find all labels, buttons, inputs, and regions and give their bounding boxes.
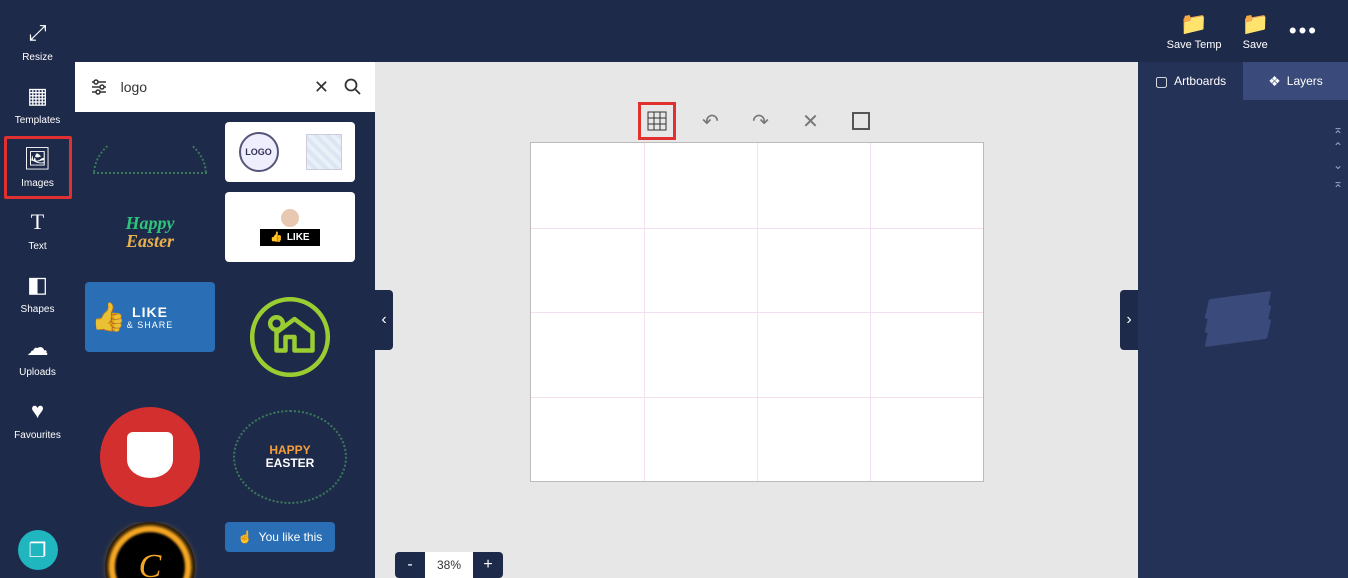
- heart-icon: ♥: [31, 398, 44, 424]
- sidebar-item-favourites[interactable]: ♥ Favourites: [8, 388, 68, 451]
- eco-house-icon: [245, 292, 335, 382]
- layers-label: Layers: [1287, 74, 1323, 88]
- thumbnail-label: Easter: [126, 232, 175, 250]
- sidebar-item-images[interactable]: 🖼 Images: [4, 136, 72, 199]
- point-icon: ☝: [238, 530, 253, 544]
- templates-icon: ▦: [27, 83, 48, 109]
- save-temp-label: Save Temp: [1167, 39, 1222, 51]
- collapse-right-button[interactable]: ›: [1120, 290, 1138, 350]
- shapes-icon: ◧: [27, 272, 48, 298]
- help-button[interactable]: ❐: [18, 530, 58, 570]
- thumbnail-label: LOGO: [239, 132, 279, 172]
- redo-button[interactable]: ↷: [746, 106, 776, 136]
- left-toolbar: ⤢ Resize ▦ Templates 🖼 Images T Text ◧ S…: [0, 0, 75, 578]
- thumbnail-item[interactable]: HAPPY EASTER: [225, 402, 355, 512]
- shapes-label: Shapes: [21, 304, 55, 315]
- thumbnail-label: EASTER: [266, 457, 315, 470]
- layer-down-button[interactable]: ⌄: [1333, 158, 1343, 172]
- zoom-in-button[interactable]: +: [473, 552, 503, 578]
- thumbnail-item[interactable]: C: [85, 522, 215, 578]
- sidebar-item-uploads[interactable]: ☁ Uploads: [8, 325, 68, 388]
- canvas-toolbar: ↶ ↷ ✕: [638, 102, 876, 140]
- sidebar-item-templates[interactable]: ▦ Templates: [8, 73, 68, 136]
- thumbnail-label: LIKE: [287, 232, 310, 243]
- right-panel: ▢ Artboards ❖ Layers ⌅ ⌃ ⌄ ⌅: [1138, 62, 1348, 578]
- close-button[interactable]: ✕: [796, 106, 826, 136]
- undo-icon: ↶: [702, 109, 719, 134]
- topbar: 📁 Save Temp 📁 Save •••: [0, 0, 1348, 62]
- chat-icon: ❐: [29, 538, 47, 563]
- close-icon: ✕: [802, 109, 819, 134]
- search-input[interactable]: [121, 79, 302, 95]
- layers-icon: ❖: [1268, 73, 1281, 90]
- thumbnail-item[interactable]: 👍 LIKE & SHARE: [85, 282, 215, 352]
- layer-top-button[interactable]: ⌅: [1333, 122, 1343, 136]
- search-icon[interactable]: [341, 75, 365, 99]
- tab-artboards[interactable]: ▢ Artboards: [1138, 62, 1243, 100]
- folder-icon: 📁: [1241, 11, 1268, 37]
- artboards-label: Artboards: [1174, 74, 1226, 88]
- layers-empty-icon: [1208, 295, 1278, 345]
- images-icon: 🖼: [24, 146, 52, 172]
- right-tabs: ▢ Artboards ❖ Layers: [1138, 62, 1348, 100]
- more-menu-button[interactable]: •••: [1289, 18, 1318, 44]
- grid-toggle-button[interactable]: [638, 102, 676, 140]
- favourites-label: Favourites: [14, 430, 61, 441]
- save-temp-button[interactable]: 📁 Save Temp: [1167, 11, 1222, 51]
- thumbup-icon: 👍: [91, 301, 126, 334]
- uploads-label: Uploads: [19, 367, 56, 378]
- zoom-value[interactable]: 38%: [425, 552, 473, 578]
- zoom-out-button[interactable]: -: [395, 552, 425, 578]
- thumbnail-item[interactable]: [225, 282, 355, 392]
- grid-icon: [647, 111, 667, 131]
- thumbup-icon: 👍: [270, 232, 282, 243]
- layer-up-button[interactable]: ⌃: [1333, 140, 1343, 154]
- thumbnail-grid: LOGO Happy Easter 👍 LIKE 👍 LIKE & SHARE: [75, 112, 375, 578]
- tab-layers[interactable]: ❖ Layers: [1243, 62, 1348, 100]
- thumbnail-label: & SHARE: [127, 320, 174, 330]
- resize-label: Resize: [22, 52, 53, 63]
- zoom-control: - 38% +: [395, 552, 503, 578]
- folder-temp-icon: 📁: [1180, 11, 1207, 37]
- thumbnail-item[interactable]: ☝ You like this: [225, 522, 335, 552]
- sidebar-item-resize[interactable]: ⤢ Resize: [8, 10, 68, 73]
- thumbnail-label: Happy: [126, 214, 175, 232]
- undo-button[interactable]: ↶: [696, 106, 726, 136]
- redo-icon: ↷: [752, 109, 769, 134]
- thumbnail-item[interactable]: [85, 402, 215, 512]
- layer-nav: ⌅ ⌃ ⌄ ⌅: [1328, 122, 1348, 190]
- search-bar: ✕: [75, 62, 375, 112]
- thumbnail-label: You like this: [259, 530, 323, 544]
- save-label: Save: [1243, 39, 1268, 51]
- thumbnail-label: C: [139, 548, 162, 578]
- text-label: Text: [28, 241, 46, 252]
- sidebar-item-shapes[interactable]: ◧ Shapes: [8, 262, 68, 325]
- artboard-icon: ▢: [1155, 73, 1168, 90]
- thumbnail-item[interactable]: Happy Easter: [85, 192, 215, 272]
- image-panel: ✕ LOGO Happy Easter 👍 LIKE 👍 LIKE & SHARE: [75, 62, 375, 578]
- resize-icon: ⤢: [29, 20, 47, 46]
- save-button[interactable]: 📁 Save: [1241, 11, 1268, 51]
- sidebar-item-text[interactable]: T Text: [8, 199, 68, 262]
- thumbnail-item[interactable]: 👍 LIKE: [225, 192, 355, 262]
- canvas-area: ‹ › ↶ ↷ ✕ - 38% +: [375, 62, 1138, 578]
- thumbnail-item[interactable]: LOGO: [225, 122, 355, 182]
- thumbnail-item[interactable]: [85, 122, 215, 182]
- text-icon: T: [31, 209, 44, 235]
- filter-icon[interactable]: [85, 73, 113, 101]
- square-icon: [852, 112, 870, 130]
- collapse-left-button[interactable]: ‹: [375, 290, 393, 350]
- uploads-icon: ☁: [27, 335, 49, 361]
- thumbnail-label: LIKE: [132, 304, 168, 320]
- blank-button[interactable]: [846, 106, 876, 136]
- images-label: Images: [21, 178, 54, 189]
- artboard[interactable]: [530, 142, 984, 482]
- templates-label: Templates: [15, 115, 61, 126]
- layer-bottom-button[interactable]: ⌅: [1333, 176, 1343, 190]
- clear-search-icon[interactable]: ✕: [310, 75, 334, 99]
